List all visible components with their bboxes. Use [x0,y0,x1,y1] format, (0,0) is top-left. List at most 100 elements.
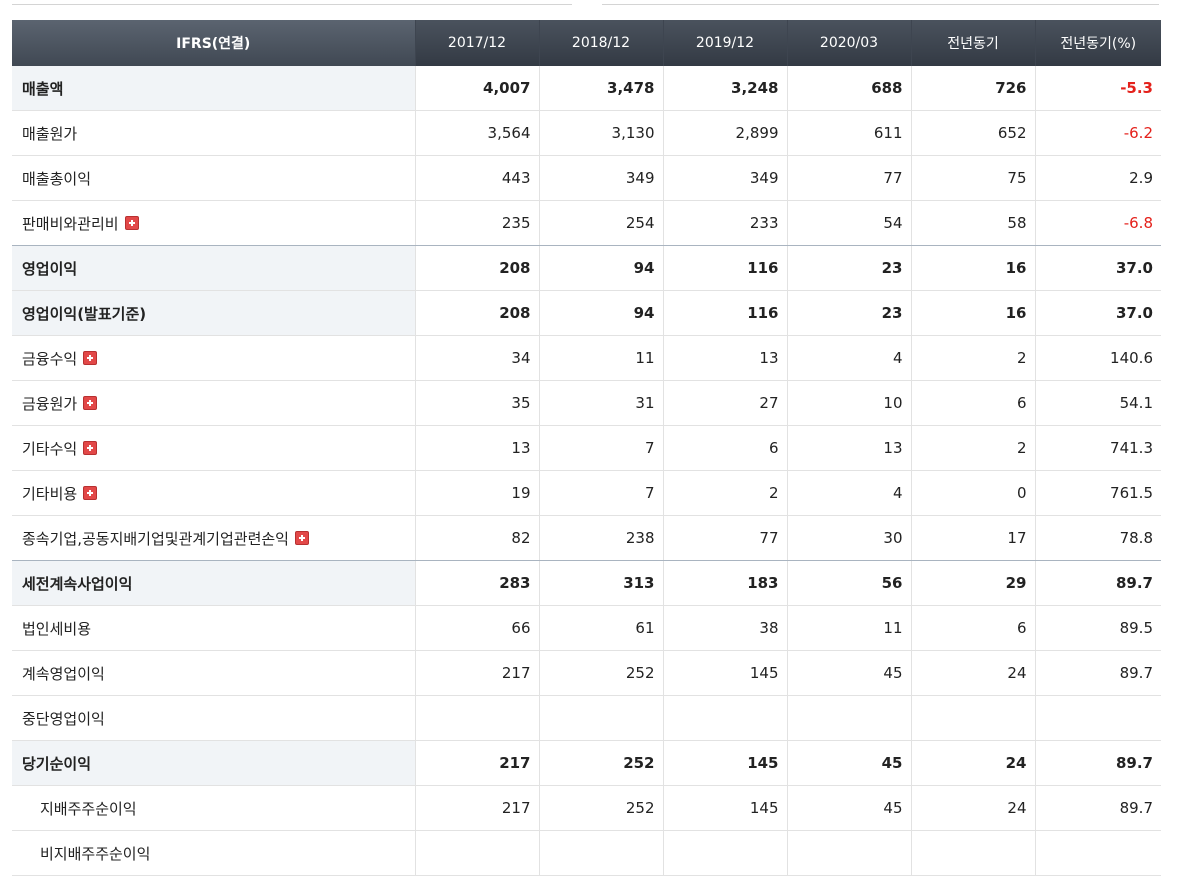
value-cell-prior-period: 0 [910,470,1035,516]
value-cell-prior-period-pct [1034,695,1161,741]
row-label: 법인세비용 [22,619,92,638]
row-label-cell: 금융수익 [12,335,415,381]
row-label: 기타수익 [22,439,78,458]
row-label-cell: 기타비용 [12,470,415,516]
expand-plus-icon[interactable] [83,395,98,410]
expand-plus-icon[interactable] [124,215,139,230]
value-cell-2020-03: 45 [786,650,911,696]
value-cell-prior-period: 16 [910,290,1035,336]
value-cell-2018-12: 31 [538,380,663,426]
value-cell-2019-12: 27 [662,380,787,426]
table-row: 판매비와관리비 235 254 233 54 58 -6.8 [12,200,1161,246]
value-cell-prior-period: 17 [910,515,1035,561]
value-cell-2018-12: 252 [538,740,663,786]
value-cell-prior-period-pct: 761.5 [1034,470,1161,516]
row-label: 비지배주주순이익 [40,844,151,863]
value-cell-2020-03: 688 [786,66,911,111]
row-label: 매출액 [22,79,64,98]
value-cell-prior-period-pct: 89.5 [1034,605,1161,651]
value-cell-2018-12: 94 [538,245,663,291]
expand-plus-icon[interactable] [83,350,98,365]
value-cell-prior-period [910,830,1035,876]
value-cell-2020-03: 56 [786,560,911,606]
top-divider-right [602,4,1159,5]
value-cell-2017-12: 208 [414,290,539,336]
value-cell-2020-03: 77 [786,155,911,201]
value-cell-2017-12: 4,007 [414,66,539,111]
value-cell-2017-12: 35 [414,380,539,426]
row-label-cell: 법인세비용 [12,605,415,651]
row-label-cell: 매출원가 [12,110,415,156]
value-cell-2019-12: 6 [662,425,787,471]
value-cell-prior-period [910,695,1035,741]
table-row: 중단영업이익 [12,695,1161,741]
value-cell-2018-12 [538,695,663,741]
value-cell-2018-12: 61 [538,605,663,651]
row-label: 금융원가 [22,394,78,413]
table-row: 금융원가 35 31 27 10 6 54.1 [12,380,1161,426]
value-cell-2019-12: 2 [662,470,787,516]
value-cell-prior-period-pct: -6.2 [1034,110,1161,156]
value-cell-2017-12: 3,564 [414,110,539,156]
expand-plus-icon[interactable] [83,485,98,500]
value-cell-2020-03: 11 [786,605,911,651]
value-cell-2018-12: 238 [538,515,663,561]
value-cell-prior-period-pct: 89.7 [1034,650,1161,696]
header-2019-12: 2019/12 [662,20,787,66]
value-cell-2020-03 [786,695,911,741]
header-2017-12: 2017/12 [414,20,539,66]
header-prior-period: 전년동기 [910,20,1035,66]
table-row: 종속기업,공동지배기업및관계기업관련손익 82 238 77 30 17 78.8 [12,515,1161,561]
row-label-cell: 매출총이익 [12,155,415,201]
row-label-cell: 판매비와관리비 [12,200,415,246]
value-cell-2018-12: 252 [538,785,663,831]
value-cell-2020-03: 10 [786,380,911,426]
value-cell-prior-period: 75 [910,155,1035,201]
table-row: 세전계속사업이익 283 313 183 56 29 89.7 [12,560,1161,606]
row-label-cell: 지배주주순이익 [12,785,415,831]
value-cell-2020-03: 54 [786,200,911,246]
row-label-cell: 계속영업이익 [12,650,415,696]
value-cell-2020-03: 611 [786,110,911,156]
table-row: 매출총이익 443 349 349 77 75 2.9 [12,155,1161,201]
row-label-cell: 매출액 [12,66,415,111]
value-cell-2017-12: 217 [414,740,539,786]
value-cell-prior-period-pct: 78.8 [1034,515,1161,561]
row-label: 영업이익 [22,259,78,278]
value-cell-2017-12: 235 [414,200,539,246]
value-cell-prior-period: 16 [910,245,1035,291]
value-cell-2020-03: 13 [786,425,911,471]
value-cell-2019-12: 183 [662,560,787,606]
table-row: 비지배주주순이익 [12,830,1161,876]
value-cell-2018-12: 254 [538,200,663,246]
value-cell-2018-12: 11 [538,335,663,381]
row-label-cell: 금융원가 [12,380,415,426]
row-label-cell: 종속기업,공동지배기업및관계기업관련손익 [12,515,415,561]
income-statement-table: IFRS(연결) 2017/12 2018/12 2019/12 2020/03… [12,20,1161,876]
expand-plus-icon[interactable] [294,530,309,545]
value-cell-prior-period: 2 [910,335,1035,381]
value-cell-2019-12: 145 [662,650,787,696]
table-row: 금융수익 34 11 13 4 2 140.6 [12,335,1161,381]
value-cell-prior-period-pct: 54.1 [1034,380,1161,426]
row-label-cell: 세전계속사업이익 [12,560,415,606]
expand-plus-icon[interactable] [83,440,98,455]
value-cell-2019-12: 116 [662,290,787,336]
value-cell-prior-period: 29 [910,560,1035,606]
row-label-cell: 기타수익 [12,425,415,471]
value-cell-2018-12: 3,478 [538,66,663,111]
value-cell-prior-period-pct: 741.3 [1034,425,1161,471]
value-cell-2020-03: 4 [786,470,911,516]
row-label: 판매비와관리비 [22,214,119,233]
value-cell-prior-period: 24 [910,650,1035,696]
table-row: 계속영업이익 217 252 145 45 24 89.7 [12,650,1161,696]
value-cell-prior-period: 726 [910,66,1035,111]
value-cell-2020-03 [786,830,911,876]
row-label-cell: 중단영업이익 [12,695,415,741]
value-cell-2019-12: 145 [662,740,787,786]
value-cell-2018-12: 3,130 [538,110,663,156]
value-cell-prior-period: 24 [910,785,1035,831]
value-cell-2020-03: 23 [786,245,911,291]
value-cell-prior-period-pct: 37.0 [1034,290,1161,336]
value-cell-2017-12: 443 [414,155,539,201]
